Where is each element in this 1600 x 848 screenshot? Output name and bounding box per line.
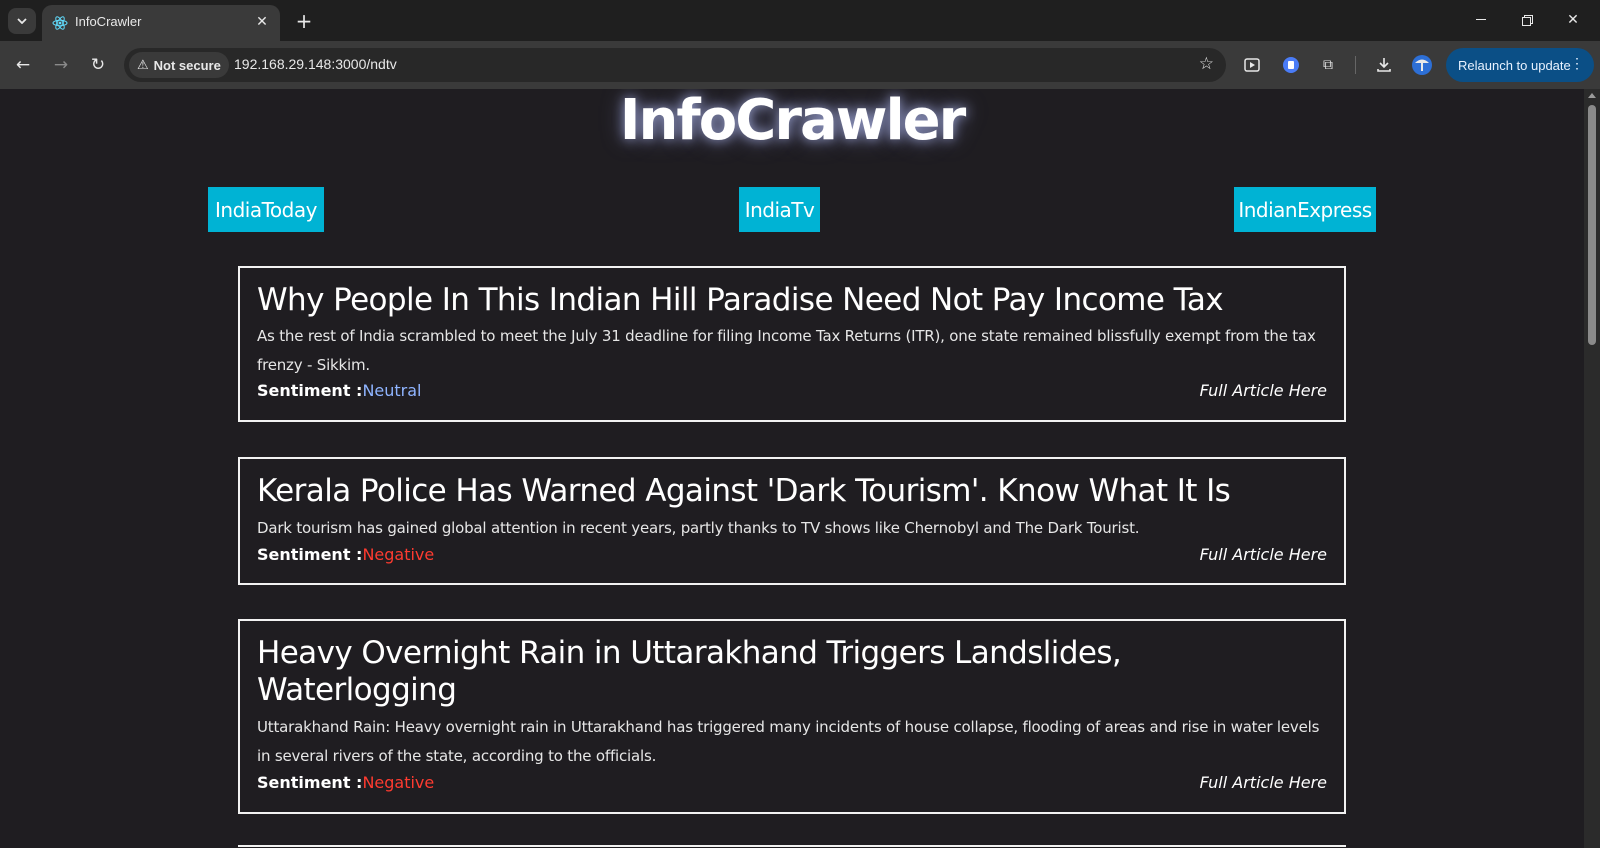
more-vertical-icon: ⋮ <box>1570 55 1584 71</box>
warning-icon: ⚠ <box>137 57 149 73</box>
url-text[interactable]: 192.168.29.148:3000/ndtv <box>234 56 397 72</box>
download-icon[interactable] <box>1372 53 1396 77</box>
article-description: Dark tourism has gained global attention… <box>257 519 1140 537</box>
security-chip[interactable]: ⚠ Not secure <box>129 52 229 78</box>
page-title: InfoCrawler <box>619 89 967 153</box>
source-button-indianexpress[interactable]: IndianExpress <box>1234 187 1376 232</box>
profile-avatar-icon[interactable] <box>1410 53 1434 77</box>
sentiment-label: Sentiment : <box>257 545 363 564</box>
sentiment-row: Sentiment :Negative <box>257 545 434 564</box>
scroll-up-arrow-icon[interactable] <box>1588 93 1596 98</box>
restore-icon[interactable] <box>1504 0 1550 40</box>
article-title: Why People In This Indian Hill Paradise … <box>257 282 1224 318</box>
scrollbar-thumb[interactable] <box>1588 105 1596 345</box>
source-button-indiatoday[interactable]: IndiaToday <box>208 187 324 232</box>
article-description: Uttarakhand Rain: Heavy overnight rain i… <box>257 718 1320 765</box>
close-tab-icon[interactable]: ✕ <box>252 12 272 32</box>
new-tab-button[interactable]: + <box>290 8 318 34</box>
sentiment-row: Sentiment :Negative <box>257 773 434 792</box>
page-viewport: InfoCrawler IndiaToday IndiaTv IndianExp… <box>0 89 1584 848</box>
media-extension-icon[interactable] <box>1240 53 1264 77</box>
full-article-link[interactable]: Full Article Here <box>1200 773 1327 792</box>
sentiment-row: Sentiment :Neutral <box>257 381 422 400</box>
toolbar-divider <box>1355 56 1356 74</box>
bookmark-star-icon[interactable]: ☆ <box>1199 54 1214 74</box>
article-description: As the rest of India scrambled to meet t… <box>257 327 1316 374</box>
article-title: Kerala Police Has Warned Against 'Dark T… <box>257 473 1231 509</box>
full-article-link[interactable]: Full Article Here <box>1200 545 1327 564</box>
tab-title: InfoCrawler <box>75 14 142 29</box>
sentiment-value: Negative <box>362 773 435 792</box>
sentiment-label: Sentiment : <box>257 773 363 792</box>
sentiment-value: Neutral <box>362 381 422 400</box>
vertical-scrollbar[interactable] <box>1584 89 1600 848</box>
forward-arrow-icon[interactable]: → <box>48 52 74 78</box>
sentiment-label: Sentiment : <box>257 381 363 400</box>
relaunch-label: Relaunch to update <box>1458 57 1571 73</box>
chevron-down-icon <box>17 18 27 24</box>
back-arrow-icon[interactable]: ← <box>10 52 36 78</box>
sentiment-value: Negative <box>362 545 435 564</box>
article-card: Heavy Overnight Rain in Uttarakhand Trig… <box>238 619 1346 814</box>
puzzle-extensions-icon[interactable]: ⧉ <box>1316 53 1340 77</box>
source-button-indiatv[interactable]: IndiaTv <box>739 187 820 232</box>
extension-blue-icon[interactable] <box>1279 53 1303 77</box>
active-tab[interactable]: InfoCrawler ✕ <box>42 5 280 41</box>
full-article-link[interactable]: Full Article Here <box>1200 381 1327 400</box>
minimize-icon[interactable] <box>1458 0 1504 40</box>
close-window-icon[interactable]: ✕ <box>1550 0 1596 40</box>
security-label: Not secure <box>153 57 221 73</box>
article-card: Kerala Police Has Warned Against 'Dark T… <box>238 457 1346 585</box>
next-article-card-edge <box>238 845 1346 847</box>
react-favicon-icon <box>51 14 69 32</box>
article-title: Heavy Overnight Rain in Uttarakhand Trig… <box>257 635 1122 708</box>
tab-search-button[interactable] <box>8 8 36 34</box>
address-bar[interactable]: ⚠ Not secure 192.168.29.148:3000/ndtv ☆ <box>124 48 1226 82</box>
reload-icon[interactable]: ↻ <box>85 52 111 78</box>
relaunch-update-button[interactable]: Relaunch to update ⋮ <box>1446 48 1594 82</box>
article-card: Why People In This Indian Hill Paradise … <box>238 266 1346 422</box>
browser-toolbar: ← → ↻ ⚠ Not secure 192.168.29.148:3000/n… <box>0 41 1600 89</box>
tab-strip: InfoCrawler ✕ + ✕ <box>0 0 1600 41</box>
